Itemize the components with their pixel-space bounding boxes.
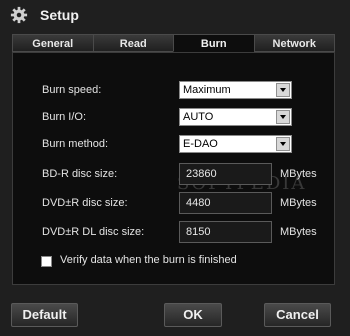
gear-icon — [10, 6, 28, 24]
burn-io-select[interactable]: AUTO — [179, 108, 292, 126]
default-button[interactable]: Default — [11, 303, 78, 327]
dvd-size-input[interactable]: 4480 — [179, 192, 272, 214]
bd-size-input[interactable]: 23860 — [179, 163, 272, 185]
burn-io-label: Burn I/O: — [42, 111, 87, 123]
dvd-size-unit: MBytes — [280, 197, 317, 209]
chevron-down-icon[interactable] — [276, 83, 290, 97]
dvd-size-label: DVD±R disc size: — [42, 197, 128, 209]
verify-label[interactable]: Verify data when the burn is finished — [60, 254, 237, 266]
burn-speed-label: Burn speed: — [42, 84, 102, 96]
tab-general[interactable]: General — [12, 34, 93, 52]
ok-button[interactable]: OK — [164, 303, 222, 327]
burn-settings-panel: SOFTPEDIA Burn speed: Maximum Burn I/O: … — [12, 52, 335, 285]
cancel-button[interactable]: Cancel — [264, 303, 331, 327]
burn-method-select[interactable]: E-DAO — [179, 135, 292, 153]
title-bar: Setup — [0, 0, 350, 30]
tab-read[interactable]: Read — [92, 34, 173, 52]
burn-io-value: AUTO — [183, 111, 214, 123]
tab-bar: General Read Burn Network — [12, 34, 335, 52]
verify-checkbox[interactable] — [41, 256, 52, 267]
bd-size-unit: MBytes — [280, 168, 317, 180]
bd-size-label: BD-R disc size: — [42, 168, 118, 180]
window-title: Setup — [40, 7, 79, 23]
chevron-down-icon[interactable] — [276, 110, 290, 124]
burn-speed-select[interactable]: Maximum — [179, 81, 292, 99]
tab-network[interactable]: Network — [253, 34, 335, 52]
dvd-dl-size-input[interactable]: 8150 — [179, 221, 272, 243]
tab-burn[interactable]: Burn — [173, 34, 254, 52]
dvd-dl-size-label: DVD±R DL disc size: — [42, 226, 145, 238]
burn-speed-value: Maximum — [183, 84, 231, 96]
chevron-down-icon[interactable] — [276, 137, 290, 151]
dvd-dl-size-unit: MBytes — [280, 226, 317, 238]
burn-method-label: Burn method: — [42, 138, 109, 150]
burn-method-value: E-DAO — [183, 138, 218, 150]
